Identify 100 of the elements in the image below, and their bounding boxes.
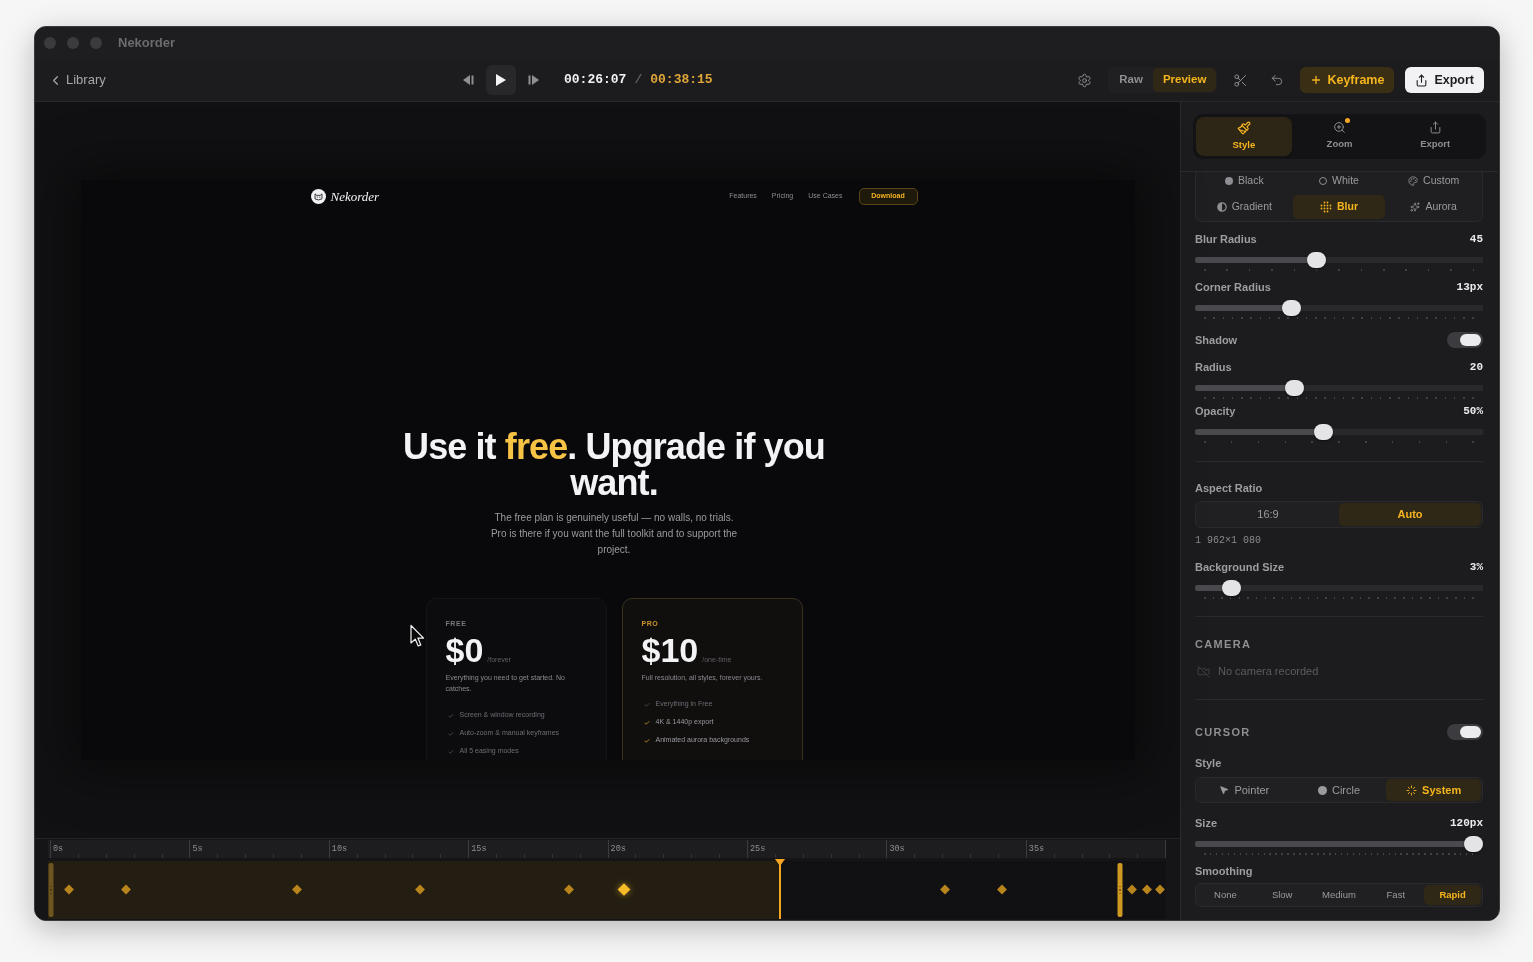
scissors-icon[interactable] (1233, 72, 1249, 88)
window-title: Nekorder (118, 34, 176, 53)
slider-thumb[interactable] (1464, 836, 1483, 852)
step-back-icon[interactable] (462, 75, 474, 85)
settings-icon[interactable] (1077, 72, 1093, 88)
background-option[interactable]: Gradient (1198, 195, 1291, 219)
setting-label: Background Size (1195, 559, 1285, 575)
setting-label: Corner Radius (1195, 279, 1271, 295)
play-button[interactable] (486, 65, 516, 95)
pointer-arrow-icon (1219, 785, 1230, 795)
plan-price: $0 (445, 634, 484, 666)
share-icon (1428, 121, 1442, 135)
total-time: 00:38:15 (650, 71, 713, 90)
dot-grid-icon (1320, 201, 1332, 213)
background-option[interactable]: Black (1198, 172, 1291, 189)
ruler-label: 20s (610, 843, 626, 855)
add-keyframe-button[interactable]: Keyframe (1300, 67, 1395, 93)
zoom-in-icon (1333, 121, 1346, 135)
camera-off-icon (1197, 664, 1210, 678)
background-option[interactable]: White (1292, 172, 1386, 189)
ruler-label: 30s (889, 843, 905, 855)
step-forward-icon[interactable] (528, 75, 540, 85)
setting-label: Blur Radius (1195, 231, 1257, 247)
segment-option[interactable]: Rapid (1424, 885, 1481, 905)
setting-label: Style (1195, 756, 1223, 770)
segment-option[interactable]: Slow (1253, 885, 1311, 905)
cursor-arrow-icon (409, 624, 425, 648)
panel-tab[interactable]: Style (1196, 117, 1292, 156)
view-mode-option[interactable]: Raw (1109, 68, 1153, 92)
time-separator: / (634, 71, 643, 90)
setting-value: 3% (1469, 559, 1483, 575)
share-icon (1415, 73, 1429, 87)
setting-label: Smoothing (1195, 864, 1254, 878)
setting-value: 50% (1463, 403, 1483, 419)
segment-option[interactable]: System (1386, 779, 1481, 801)
slider-thumb[interactable] (1222, 580, 1242, 596)
view-mode-option[interactable]: Preview (1152, 68, 1217, 92)
ruler-label: 35s (1028, 843, 1045, 855)
keyframe-marker[interactable] (64, 884, 74, 895)
setting-label: Shadow (1195, 332, 1238, 348)
segment-option[interactable]: None (1197, 885, 1254, 905)
empty-state-text: No camera recorded (1218, 663, 1319, 679)
ruler-label: 25s (750, 843, 766, 855)
setting-label: Size (1195, 815, 1217, 831)
ruler-label: 5s (192, 843, 203, 855)
segment-option[interactable]: Circle (1291, 779, 1387, 801)
slider-thumb[interactable] (1284, 380, 1304, 396)
background-option[interactable]: Aurora (1387, 195, 1480, 219)
undo-icon[interactable] (1270, 73, 1285, 87)
toggle-switch[interactable] (1447, 724, 1483, 740)
keyframe-marker[interactable] (1127, 884, 1137, 895)
toggle-switch[interactable] (1447, 332, 1483, 348)
segment-option[interactable]: Fast (1367, 885, 1425, 905)
trim-handle[interactable] (48, 863, 54, 917)
setting-label: Radius (1195, 359, 1232, 375)
setting-label: Aspect Ratio (1195, 481, 1264, 495)
brand-name: Nekorder (330, 187, 380, 206)
setting-value: 120px (1450, 815, 1483, 831)
keyframe-marker[interactable] (121, 884, 131, 895)
keyframe-marker[interactable] (1155, 884, 1166, 895)
section-heading: CAMERA (1195, 637, 1253, 651)
palette-icon (1408, 175, 1419, 186)
ruler-label: 15s (471, 843, 487, 855)
setting-value: 20 (1469, 359, 1483, 375)
keyframe-marker[interactable] (415, 884, 425, 895)
segment-option[interactable]: Medium (1310, 885, 1368, 905)
subtitle: The free plan is genuinely useful — no walls, no trials. Pro is there if you want the full toolkit and to support the project. (489, 511, 739, 557)
cat-logo-icon (310, 189, 326, 204)
paintbrush-icon (1236, 120, 1251, 135)
spinner-icon (1406, 784, 1418, 796)
keyframe-marker[interactable] (292, 884, 302, 895)
segment-option[interactable]: Pointer (1197, 779, 1292, 801)
segment-option[interactable]: 16:9 (1197, 503, 1339, 526)
sparkle-icon (1410, 202, 1421, 212)
ruler-label: 0s (53, 843, 64, 855)
keyframe-marker[interactable] (940, 884, 950, 895)
section-heading: CURSOR (1195, 724, 1251, 740)
segment-option[interactable]: Auto (1339, 503, 1481, 526)
trim-handle[interactable] (1117, 863, 1123, 917)
plus-icon (1310, 74, 1323, 86)
playhead[interactable] (775, 859, 786, 919)
export-button[interactable]: Export (1405, 67, 1484, 93)
keyframe-marker[interactable] (997, 884, 1007, 895)
setting-value: 13px (1456, 279, 1483, 295)
keyframe-marker[interactable] (564, 884, 574, 895)
panel-tab[interactable]: Export (1387, 117, 1483, 156)
panel-tab[interactable]: Zoom (1291, 117, 1388, 156)
play-icon (496, 74, 506, 86)
ruler-label: 10s (331, 843, 348, 855)
back-link[interactable]: Library (48, 70, 106, 90)
current-time: 00:26:07 (564, 71, 627, 90)
slider-thumb[interactable] (1314, 424, 1334, 440)
keyframe-marker[interactable] (1142, 884, 1152, 895)
background-option[interactable]: Custom (1387, 172, 1480, 189)
resolution-text: 1 962×1 080 (1195, 534, 1262, 548)
slider-thumb[interactable] (1307, 252, 1327, 268)
background-option[interactable]: Blur (1292, 195, 1386, 219)
half-circle-icon (1216, 202, 1227, 212)
slider-thumb[interactable] (1282, 300, 1302, 316)
setting-value: 45 (1469, 231, 1483, 247)
